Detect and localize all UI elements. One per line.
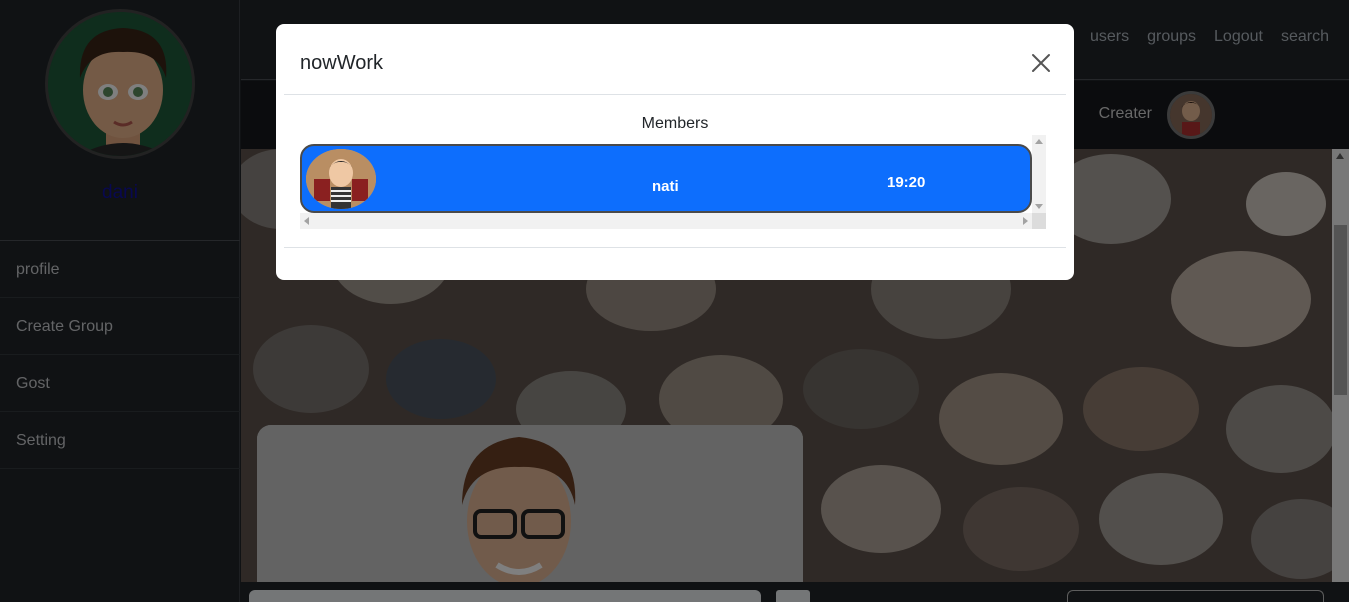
list-horizontal-scrollbar[interactable] bbox=[300, 213, 1032, 229]
scroll-right-arrow-icon[interactable] bbox=[1023, 217, 1028, 225]
list-vertical-scrollbar[interactable] bbox=[1032, 135, 1046, 213]
members-list: nati 19:20 bbox=[300, 135, 1050, 231]
scroll-up-arrow-icon[interactable] bbox=[1035, 139, 1043, 144]
modal-footer-divider bbox=[284, 247, 1066, 248]
member-row[interactable]: nati 19:20 bbox=[300, 144, 1032, 213]
member-avatar bbox=[306, 149, 376, 209]
modal-header-divider bbox=[284, 94, 1066, 95]
member-time: 19:20 bbox=[887, 174, 926, 191]
members-heading: Members bbox=[641, 115, 709, 132]
member-name: nati bbox=[652, 178, 679, 195]
close-icon[interactable] bbox=[1030, 52, 1052, 74]
scroll-left-arrow-icon[interactable] bbox=[304, 217, 309, 225]
scrollbar-corner bbox=[1032, 213, 1046, 229]
modal-title: nowWork bbox=[300, 52, 383, 74]
members-modal: nowWork Members nati 19:20 bbox=[276, 24, 1074, 280]
scroll-down-arrow-icon[interactable] bbox=[1035, 204, 1043, 209]
page-edge bbox=[1349, 0, 1366, 602]
